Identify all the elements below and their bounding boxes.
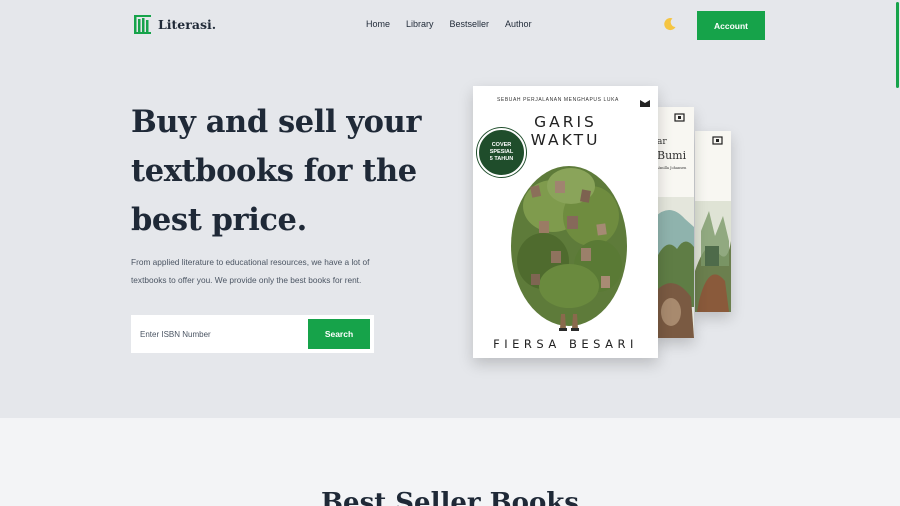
book-cover-second[interactable]: ar Bumi Vanilla Johansen [655, 107, 694, 338]
book-author: FIERSA BESARI [493, 337, 638, 351]
nav-library[interactable]: Library [406, 19, 434, 29]
book-second-title-line1: ar [657, 137, 667, 147]
book-stack-icon [134, 15, 151, 34]
isbn-input[interactable] [131, 319, 301, 349]
nav-author[interactable]: Author [505, 19, 532, 29]
badge-line3: 5 TAHUN [489, 156, 514, 162]
book-second-author: Vanilla Johansen [657, 166, 687, 170]
special-cover-badge: COVER SPESIAL 5 TAHUN [477, 128, 526, 177]
main-nav: Home Library Bestseller Author [366, 19, 548, 29]
best-seller-title: Best Seller Books [321, 488, 579, 506]
moon-icon[interactable] [663, 17, 677, 31]
nav-bestseller[interactable]: Bestseller [450, 19, 490, 29]
badge-line2: SPESIAL [489, 149, 514, 155]
logo-text: Literasi. [158, 17, 217, 32]
hero-description: From applied literature to educational r… [131, 257, 370, 285]
book-cover-garis-waktu[interactable]: SEBUAH PERJALANAN MENGHAPUS LUKA GARIS W… [473, 86, 658, 358]
search-button[interactable]: Search [308, 319, 370, 349]
logo[interactable]: Literasi. [134, 15, 216, 34]
tree-person-illustration [511, 166, 627, 331]
book-cover-third[interactable] [695, 131, 731, 312]
book-second-title-line2: Bumi [657, 149, 687, 162]
nav-home[interactable]: Home [366, 19, 390, 29]
hero-headline: Buy and sell your textbooks for the best… [131, 104, 422, 238]
isbn-search-bar: Search [131, 315, 374, 353]
scrollbar-thumb[interactable] [896, 2, 899, 88]
page-scrollbar[interactable] [895, 0, 900, 506]
book-third-art [695, 131, 731, 312]
account-button[interactable]: Account [697, 11, 765, 40]
badge-line1: COVER [491, 142, 512, 148]
